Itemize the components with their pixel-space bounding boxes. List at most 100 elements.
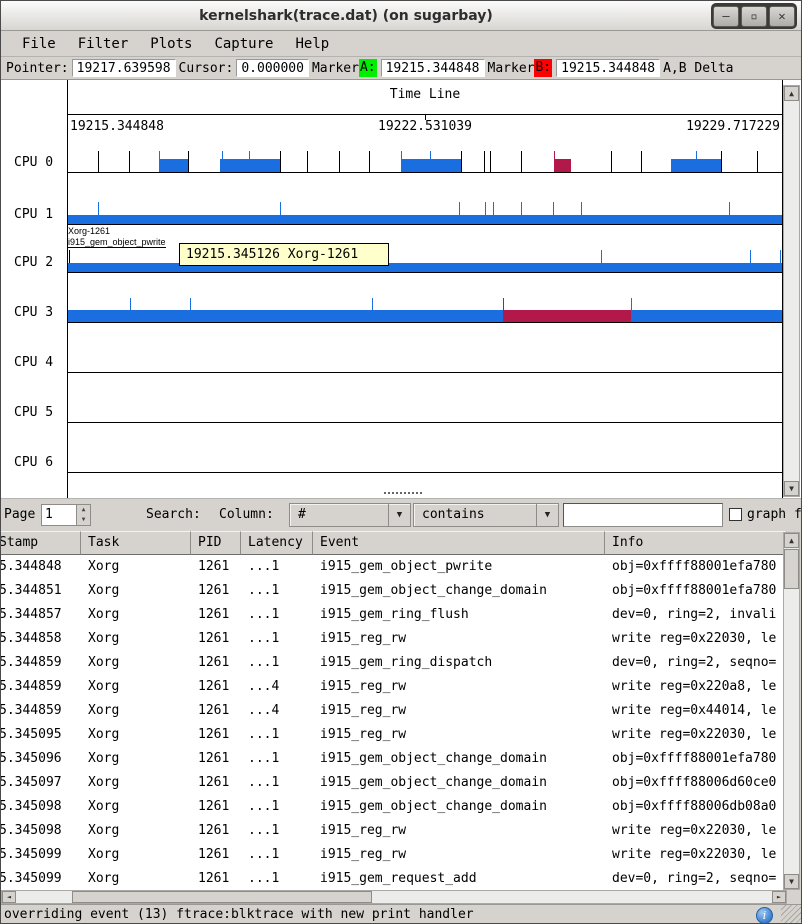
table-scrollbar[interactable]: ▲ ▼ <box>783 532 800 890</box>
scroll-down-icon[interactable]: ▼ <box>784 874 799 889</box>
spin-up-icon[interactable]: ▲ <box>77 505 90 515</box>
search-input[interactable] <box>563 503 723 527</box>
cpu-run-bar[interactable] <box>68 215 782 224</box>
title-bar[interactable]: kernelshark(trace.dat) (on sugarbay) – ▫… <box>1 1 801 31</box>
scroll-right-icon[interactable]: ► <box>772 891 786 903</box>
cell: write reg=0x44014, le <box>605 699 787 723</box>
cell: Xorg <box>81 747 191 771</box>
cell: Xorg <box>81 795 191 819</box>
table-row[interactable]: 5.344859Xorg1261...4i915_reg_rwwrite reg… <box>1 699 787 723</box>
resize-grip-icon[interactable] <box>781 905 801 924</box>
event-tick <box>130 298 131 310</box>
cpu-label: CPU 5 <box>1 404 63 422</box>
event-tick <box>581 202 582 215</box>
graph-scrollbar[interactable]: ▲ ▼ <box>783 85 800 497</box>
cell: Xorg <box>81 651 191 675</box>
cell: i915_gem_object_pwrite <box>313 555 605 579</box>
event-tick <box>69 250 70 263</box>
table-row[interactable]: 5.345099Xorg1261...1i915_gem_request_add… <box>1 867 787 890</box>
info-icon[interactable]: i <box>756 907 773 924</box>
maximize-icon[interactable]: ▫ <box>741 6 767 27</box>
timeline-graph[interactable]: Time Line 19215.344848 19222.531039 1922… <box>1 79 801 498</box>
page-spinbox[interactable]: 1 ▲ ▼ <box>41 504 91 526</box>
column-header-info[interactable]: Info <box>605 531 787 555</box>
cpu-run-bar[interactable] <box>68 310 782 322</box>
cell: 1261 <box>191 819 241 843</box>
task-segment[interactable] <box>554 159 572 172</box>
event-tick <box>369 151 370 172</box>
window-buttons: – ▫ ✕ <box>711 3 797 29</box>
scroll-up-icon[interactable]: ▲ <box>784 533 799 548</box>
cell: i915_gem_ring_dispatch <box>313 651 605 675</box>
splitter-handle[interactable] <box>384 492 422 496</box>
table-row[interactable]: 5.344858Xorg1261...1i915_reg_rwwrite reg… <box>1 627 787 651</box>
close-icon[interactable]: ✕ <box>769 6 795 27</box>
page-spin-buttons[interactable]: ▲ ▼ <box>76 505 90 525</box>
match-select[interactable]: contains ▼ <box>413 503 559 527</box>
cpu-run-bar[interactable] <box>68 263 782 272</box>
scroll-left-icon[interactable]: ◄ <box>2 891 16 903</box>
cell: 5.344848 <box>1 555 81 579</box>
event-tick <box>401 151 402 172</box>
table-row[interactable]: 5.345095Xorg1261...1i915_reg_rwwrite reg… <box>1 723 787 747</box>
event-tick <box>631 298 632 310</box>
table-row[interactable]: 5.344859Xorg1261...1i915_gem_ring_dispat… <box>1 651 787 675</box>
menu-help[interactable]: Help <box>284 33 340 55</box>
table-body: 5.344848Xorg1261...1i915_gem_object_pwri… <box>1 555 787 890</box>
scroll-up-icon[interactable]: ▲ <box>784 86 799 101</box>
table-scroll-thumb[interactable] <box>784 549 799 589</box>
cell: 5.345097 <box>1 771 81 795</box>
table-row[interactable]: 5.345098Xorg1261...1i915_gem_object_chan… <box>1 795 787 819</box>
cell: ...1 <box>241 867 313 890</box>
event-tick <box>553 202 554 215</box>
column-label: Column: <box>219 507 274 522</box>
menu-plots[interactable]: Plots <box>139 33 203 55</box>
menu-file[interactable]: File <box>11 33 67 55</box>
scroll-down-icon[interactable]: ▼ <box>784 481 799 496</box>
table-row[interactable]: 5.345098Xorg1261...1i915_reg_rwwrite reg… <box>1 819 787 843</box>
cell: i915_reg_rw <box>313 843 605 867</box>
column-header-event[interactable]: Event <box>313 531 605 555</box>
column-select-value: # <box>298 507 306 522</box>
cell: write reg=0x22030, le <box>605 843 787 867</box>
table-row[interactable]: 5.344851Xorg1261...1i915_gem_object_chan… <box>1 579 787 603</box>
table-row[interactable]: 5.344857Xorg1261...1i915_gem_ring_flushd… <box>1 603 787 627</box>
table-row[interactable]: 5.345097Xorg1261...1i915_gem_object_chan… <box>1 771 787 795</box>
menu-filter[interactable]: Filter <box>67 33 140 55</box>
table-row[interactable]: 5.345096Xorg1261...1i915_gem_object_chan… <box>1 747 787 771</box>
cell: ...1 <box>241 819 313 843</box>
cell: obj=0xffff88006d60ce0 <box>605 771 787 795</box>
event-tick <box>280 151 281 172</box>
event-tick <box>249 151 250 172</box>
hover-task-label: Xorg-1261 <box>68 226 110 236</box>
column-header-task[interactable]: Task <box>81 531 191 555</box>
column-header-latency[interactable]: Latency <box>241 531 313 555</box>
event-tick <box>222 151 223 172</box>
cell: 5.345099 <box>1 843 81 867</box>
task-segment[interactable] <box>159 159 188 172</box>
page-value[interactable]: 1 <box>45 507 53 522</box>
cell: 1261 <box>191 867 241 890</box>
graph-follows-checkbox[interactable] <box>729 508 742 521</box>
table-row[interactable]: 5.344848Xorg1261...1i915_gem_object_pwri… <box>1 555 787 579</box>
event-tick <box>554 151 555 172</box>
menu-capture[interactable]: Capture <box>203 33 284 55</box>
chevron-down-icon[interactable]: ▼ <box>536 504 558 526</box>
cpu-plot-area[interactable] <box>67 80 783 499</box>
table-hscrollbar[interactable]: ◄ ► <box>1 890 787 904</box>
minimize-icon[interactable]: – <box>713 6 739 27</box>
table-row[interactable]: 5.344859Xorg1261...4i915_reg_rwwrite reg… <box>1 675 787 699</box>
column-select[interactable]: # ▼ <box>289 503 411 527</box>
cpu-label: CPU 2 <box>1 254 63 272</box>
chevron-down-icon[interactable]: ▼ <box>388 504 410 526</box>
spin-down-icon[interactable]: ▼ <box>77 515 90 525</box>
cell: 1261 <box>191 795 241 819</box>
event-tick <box>307 151 308 172</box>
column-header-pid[interactable]: PID <box>191 531 241 555</box>
hscroll-thumb[interactable] <box>72 891 372 903</box>
cell: 1261 <box>191 579 241 603</box>
event-tick <box>190 298 191 310</box>
table-row[interactable]: 5.345099Xorg1261...1i915_reg_rwwrite reg… <box>1 843 787 867</box>
task-segment[interactable] <box>503 310 632 322</box>
column-header-stamp[interactable]: Stamp <box>1 531 81 555</box>
